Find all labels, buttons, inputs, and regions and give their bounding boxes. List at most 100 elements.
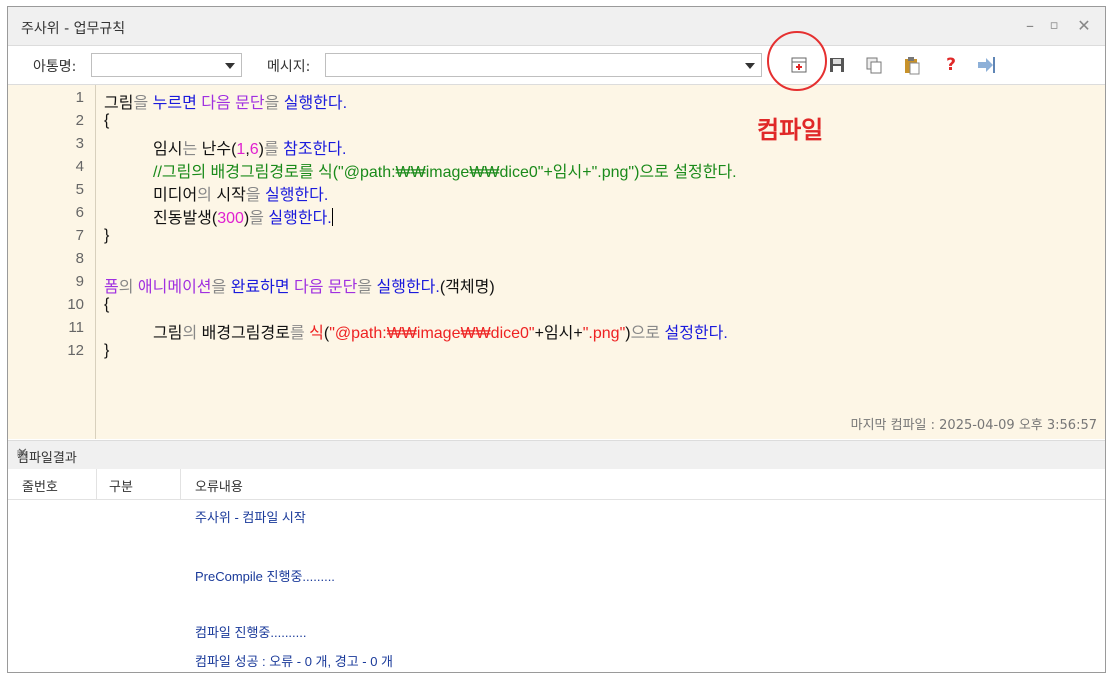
- code-line-11[interactable]: 그림의 배경그림경로를 식("@path:₩₩image₩₩dice0"+임시+…: [153, 319, 728, 343]
- token: 식: [309, 325, 324, 342]
- line-number: 2: [75, 112, 84, 129]
- code-line-6[interactable]: 진동발생(300)을 실행한다.: [153, 204, 333, 228]
- help-icon[interactable]: ?: [940, 54, 962, 76]
- token: 실행한다.: [264, 187, 329, 204]
- line-number: 12: [67, 342, 84, 359]
- token: 를: [264, 141, 284, 158]
- exit-icon[interactable]: [975, 54, 997, 76]
- token: 다음 문단: [294, 279, 358, 296]
- token: ".png": [582, 325, 626, 342]
- code-line-1[interactable]: 그림을 누르면 다음 문단을 실행한다.: [104, 89, 347, 113]
- text-cursor: [331, 208, 333, 226]
- token: 실행한다.: [268, 210, 332, 227]
- chevron-down-icon: [745, 63, 755, 69]
- token: 의: [197, 187, 217, 204]
- token: 을: [357, 279, 377, 296]
- close-icon[interactable]: ✕: [1073, 15, 1095, 37]
- token: }: [104, 227, 110, 244]
- code-line-10[interactable]: {: [104, 296, 109, 314]
- token: 다음 문단: [201, 95, 265, 112]
- window-title: 주사위 - 업무규칙: [21, 21, 126, 37]
- object-combo[interactable]: [91, 53, 242, 77]
- code-line-12[interactable]: }: [104, 342, 109, 360]
- token: 을: [211, 279, 231, 296]
- token: 을: [245, 187, 265, 204]
- close-icon[interactable]: ✕: [17, 446, 1096, 461]
- code-editor[interactable]: 1 2 3 4 5 6 7 8 9 10 11 12 그림을 누르면 다음 문단을 실행한다. { 임…: [8, 85, 1105, 439]
- token: 의: [182, 325, 202, 342]
- token: 을: [249, 210, 269, 227]
- token: 을: [133, 95, 153, 112]
- column-divider: [180, 469, 181, 499]
- token: {: [104, 112, 110, 129]
- token: 실행한다.: [283, 95, 348, 112]
- column-error-content[interactable]: 오류내용: [195, 476, 243, 495]
- paste-icon[interactable]: [901, 54, 923, 76]
- line-number: 8: [75, 250, 84, 267]
- token: 완료하면: [230, 279, 295, 296]
- last-compile-time: 마지막 컴파일 : 2025-04-09 오후 3:56:57: [850, 418, 1097, 433]
- line-number: 5: [75, 181, 84, 198]
- line-number: 3: [75, 135, 84, 152]
- token: }: [104, 342, 110, 359]
- code-line-4[interactable]: //그림의 배경그림경로를 식("@path:₩₩image₩₩dice0"+임…: [153, 158, 737, 182]
- line-number: 11: [68, 319, 84, 336]
- token: 애니메이션: [137, 279, 212, 296]
- token: 으로: [630, 325, 665, 342]
- token: 누르면: [152, 95, 202, 112]
- token: 배경그림경로: [201, 325, 290, 342]
- object-label: 아통명:: [33, 59, 77, 75]
- result-message[interactable]: 컴파일 진행중..........: [195, 622, 307, 641]
- code-line-2[interactable]: {: [104, 112, 109, 130]
- token: 는: [182, 141, 202, 158]
- message-combo[interactable]: [325, 53, 762, 77]
- compile-annotation: 컴파일: [757, 116, 824, 144]
- result-message[interactable]: 컴파일 성공 : 오류 - 0 개, 경고 - 0 개: [195, 651, 393, 670]
- title-bar: 주사위 - 업무규칙 – ▫ ✕: [8, 7, 1105, 46]
- token: 폼: [104, 279, 119, 296]
- code-line-3[interactable]: 임시는 난수(1,6)를 참조한다.: [153, 135, 347, 159]
- token: 그림: [104, 95, 134, 112]
- token: {: [104, 296, 110, 313]
- token: 시작: [216, 187, 246, 204]
- token: 임시: [153, 141, 183, 158]
- chevron-down-icon: [225, 63, 235, 69]
- token: (객체명): [439, 279, 495, 296]
- code-line-5[interactable]: 미디어의 시작을 실행한다.: [153, 181, 328, 205]
- result-message[interactable]: PreCompile 진행중.........: [195, 566, 335, 585]
- line-number: 6: [75, 204, 84, 221]
- token: 실행한다.: [376, 279, 440, 296]
- token: 참조한다.: [283, 141, 347, 158]
- line-number: 10: [67, 296, 84, 313]
- line-number: 7: [75, 227, 84, 244]
- token: 1: [236, 141, 246, 158]
- token: "@path:₩₩image₩₩dice0": [329, 325, 535, 342]
- code-line-7[interactable]: }: [104, 227, 109, 245]
- line-number: 4: [75, 158, 84, 175]
- maximize-icon[interactable]: ▫: [1043, 15, 1065, 37]
- token: 난수(: [201, 141, 237, 158]
- token: +임시+: [534, 325, 583, 342]
- token: 진동발생(: [153, 210, 218, 227]
- token: 을: [264, 95, 284, 112]
- column-category[interactable]: 구분: [109, 476, 133, 495]
- comment-token: //그림의 배경그림경로를 식("@path:₩₩image₩₩dice0"+임…: [153, 164, 737, 181]
- token: 300: [217, 210, 244, 227]
- code-line-9[interactable]: 폼의 애니메이션을 완료하면 다음 문단을 실행한다.(객체명): [104, 273, 495, 297]
- token: 의: [118, 279, 138, 296]
- token: 미디어: [153, 187, 198, 204]
- token: 그림: [153, 325, 183, 342]
- token: 설정한다.: [664, 325, 728, 342]
- result-message[interactable]: 주사위 - 컴파일 시작: [195, 507, 306, 526]
- copy-icon[interactable]: [863, 54, 885, 76]
- token: 를: [289, 325, 310, 342]
- line-number: 9: [75, 273, 84, 290]
- column-divider: [96, 469, 97, 499]
- column-line-number[interactable]: 줄번호: [22, 476, 58, 495]
- toolbar: 아통명: 메시지: ?: [8, 46, 1105, 85]
- compile-results-header: 컴파일결과 ⧉ ✕: [8, 440, 1105, 470]
- save-icon[interactable]: [826, 54, 848, 76]
- minimize-icon[interactable]: –: [1019, 15, 1041, 37]
- compile-highlight-circle: [767, 31, 827, 91]
- main-window: 주사위 - 업무규칙 – ▫ ✕ 아통명: 메시지: ? 1 2 3 4 5 6…: [7, 6, 1106, 673]
